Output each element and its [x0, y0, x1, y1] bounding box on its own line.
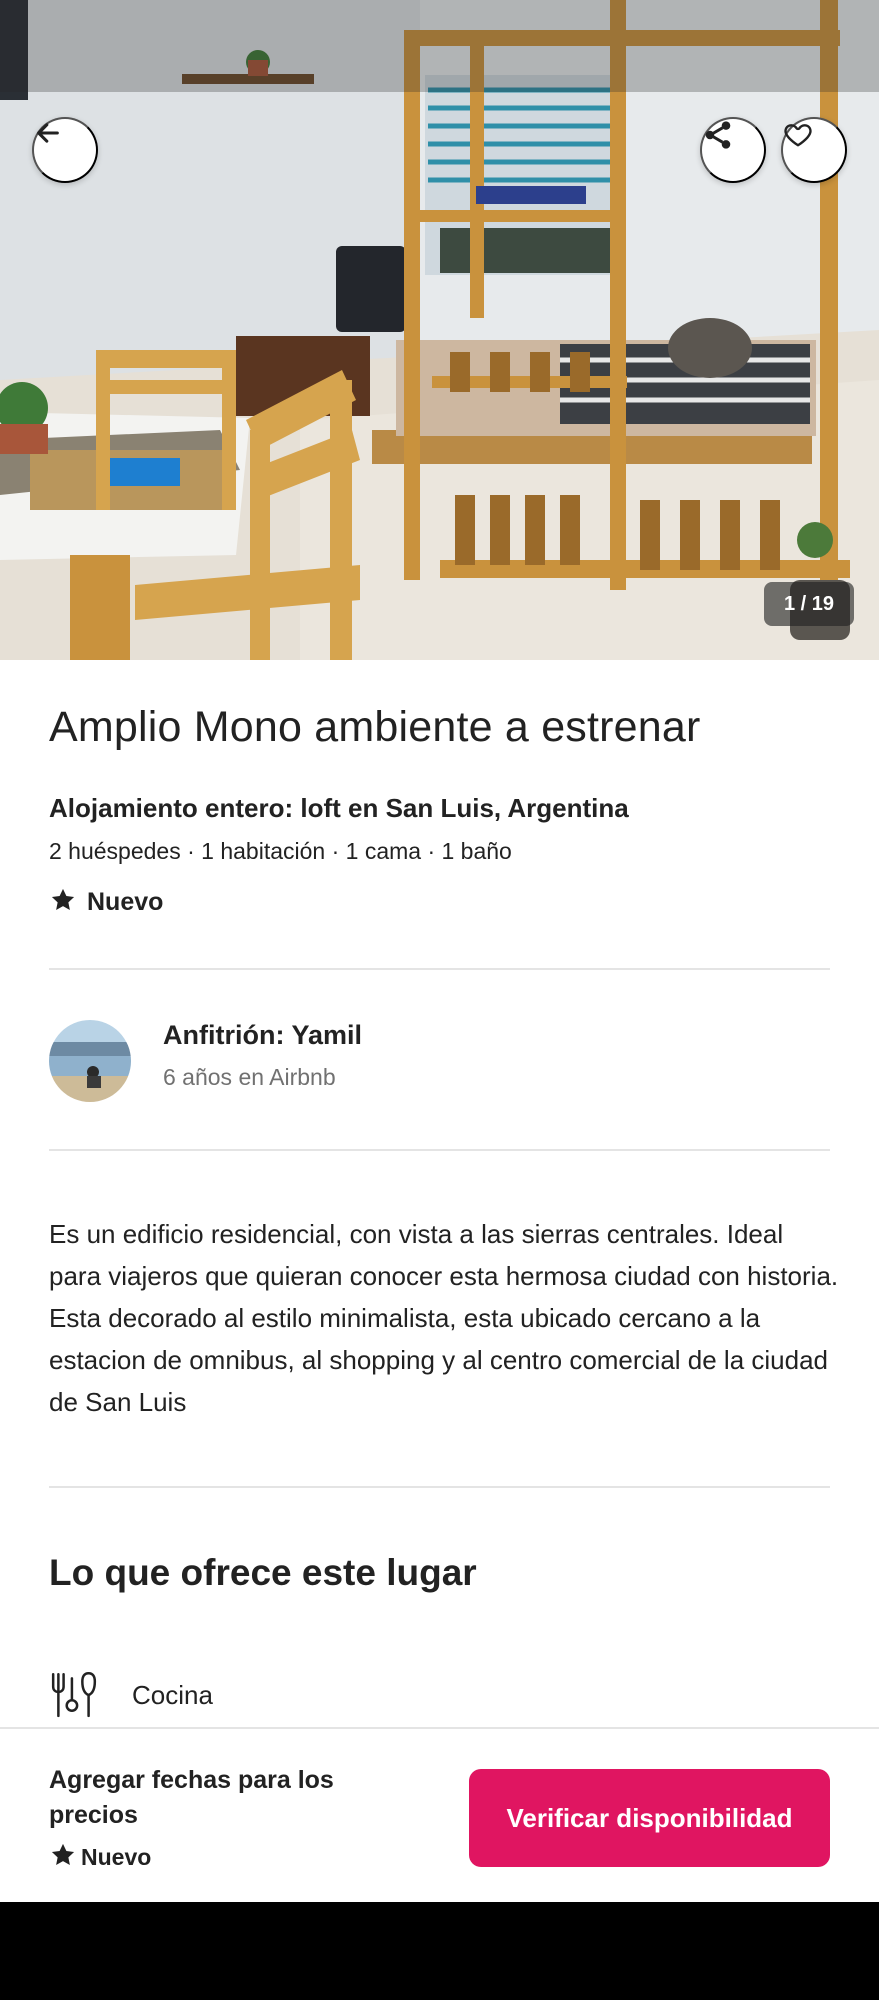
rating-label: Nuevo [87, 888, 164, 916]
bottom-rating: Nuevo [49, 1841, 151, 1874]
price-note-link[interactable]: Agregar fechas para los precios [49, 1763, 389, 1833]
listing-description: Es un edificio residencial, con vista a … [49, 1219, 839, 1417]
check-availability-button[interactable]: Verificar disponibilidad [469, 1769, 830, 1867]
bottom-rating-label: Nuevo [81, 1844, 152, 1870]
host-tenure: 6 años en Airbnb [163, 1064, 336, 1090]
amenities-title: Lo que ofrece este lugar [49, 1552, 477, 1593]
amenity-item-kitchen: Cocina [49, 1668, 213, 1723]
listing-title: Amplio Mono ambiente a estrenar [49, 703, 701, 751]
back-button[interactable] [32, 117, 98, 183]
listing-details: 2 huéspedes · 1 habitación · 1 cama · 1 … [49, 838, 512, 864]
listing-photo-carousel[interactable]: 1 / 19 [0, 0, 879, 660]
reservation-bar: Agregar fechas para los precios Nuevo Ve… [0, 1727, 879, 1902]
listing-rating: Nuevo [49, 886, 163, 919]
host-avatar[interactable] [49, 1020, 131, 1102]
star-icon [49, 1841, 77, 1874]
kitchen-utensils-icon [49, 1668, 99, 1723]
divider [49, 1149, 830, 1151]
status-bar-shade [0, 0, 879, 92]
listing-photo [0, 0, 879, 660]
photo-counter: 1 / 19 [764, 582, 854, 626]
divider [49, 1486, 830, 1488]
star-icon [49, 886, 77, 919]
listing-subtitle: Alojamiento entero: loft en San Luis, Ar… [49, 793, 629, 823]
host-name: Anfitrión: Yamil [163, 1020, 363, 1050]
listing-page: 1 / 19 Amplio Mono ambiente a estrenar A… [0, 0, 879, 1902]
share-button[interactable] [700, 117, 766, 183]
amenity-label: Cocina [132, 1680, 213, 1710]
favorite-button[interactable] [781, 117, 847, 183]
system-navigation-bar [0, 1902, 879, 2000]
divider [49, 968, 830, 970]
